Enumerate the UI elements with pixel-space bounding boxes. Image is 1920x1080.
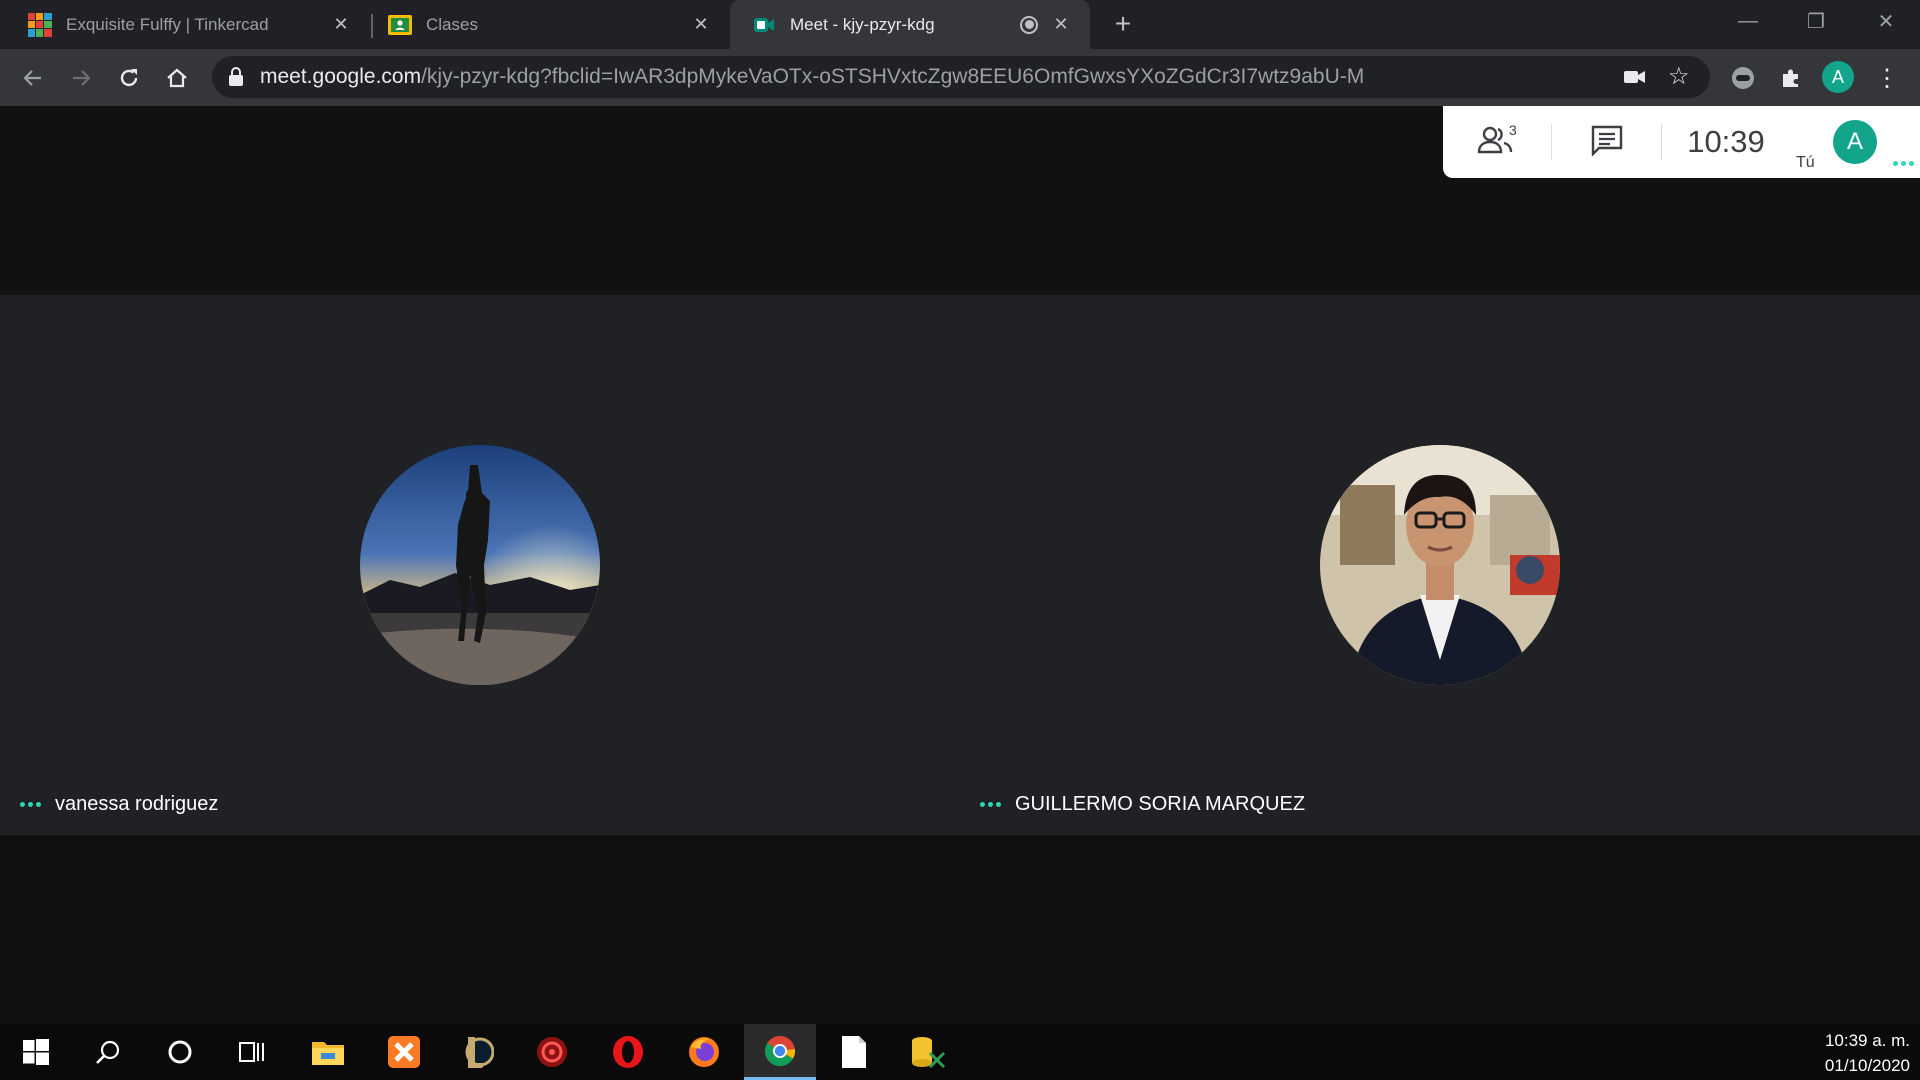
reload-icon[interactable] bbox=[112, 61, 146, 95]
participant-grid: vanessa rodriguez GUILLERMO SORIA MARQUE… bbox=[0, 295, 1920, 835]
windows-taskbar: 10:39 a. m. 01/10/2020 bbox=[0, 1024, 1920, 1080]
opera-icon[interactable] bbox=[592, 1024, 664, 1080]
menu-kebab-icon[interactable]: ⋮ bbox=[1870, 61, 1904, 95]
profile-avatar[interactable]: A bbox=[1822, 61, 1854, 93]
participant-count: 3 bbox=[1509, 122, 1517, 138]
participant-avatar bbox=[1320, 445, 1560, 685]
participant-name-label: GUILLERMO SORIA MARQUEZ bbox=[980, 793, 1305, 816]
plus-icon[interactable]: + bbox=[1108, 8, 1138, 39]
google-meet-icon bbox=[752, 13, 776, 37]
more-options-dots-icon[interactable] bbox=[980, 802, 1001, 807]
system-time: 10:39 a. m. bbox=[1824, 1031, 1910, 1050]
xampp-icon[interactable] bbox=[368, 1024, 440, 1080]
participant-name-label: vanessa rodriguez bbox=[20, 793, 218, 816]
participant-name: vanessa rodriguez bbox=[55, 793, 219, 815]
notepad-file-icon[interactable] bbox=[818, 1024, 890, 1080]
participant-avatar bbox=[360, 445, 600, 685]
minimize-icon[interactable]: — bbox=[1728, 6, 1768, 36]
lock-icon bbox=[228, 67, 244, 92]
google-classroom-icon bbox=[388, 13, 412, 37]
close-window-icon[interactable]: ✕ bbox=[1866, 6, 1906, 36]
divider bbox=[1551, 124, 1552, 160]
incognito-extension-icon[interactable] bbox=[1726, 61, 1760, 95]
file-explorer-icon[interactable] bbox=[292, 1024, 364, 1080]
participant-name: GUILLERMO SORIA MARQUEZ bbox=[1015, 793, 1306, 815]
search-icon[interactable] bbox=[72, 1024, 144, 1080]
league-of-legends-icon[interactable] bbox=[442, 1024, 514, 1080]
participant-tile[interactable]: GUILLERMO SORIA MARQUEZ bbox=[960, 295, 1920, 835]
system-date: 01/10/2020 bbox=[1824, 1056, 1910, 1075]
meeting-clock: 10:39 bbox=[1687, 124, 1765, 159]
chrome-icon[interactable] bbox=[744, 1024, 816, 1080]
tab-meet[interactable]: Meet - kjy-pzyr-kdg ✕ bbox=[730, 0, 1090, 49]
bookmark-star-icon[interactable]: ☆ bbox=[1668, 64, 1690, 90]
divider bbox=[1661, 124, 1662, 160]
browser-toolbar: meet.google.com/kjy-pzyr-kdg?fbclid=IwAR… bbox=[0, 49, 1920, 106]
sunset-silhouette-photo bbox=[360, 445, 600, 685]
tab-tinkercad[interactable]: Exquisite Fulffy | Tinkercad ✕ bbox=[0, 0, 370, 49]
app-red-gear-icon[interactable] bbox=[516, 1024, 588, 1080]
you-label: Tú bbox=[1796, 154, 1815, 171]
self-avatar[interactable]: A bbox=[1833, 120, 1877, 164]
chat-button[interactable] bbox=[1555, 106, 1659, 178]
task-view-icon[interactable] bbox=[216, 1024, 288, 1080]
browser-tab-strip: Exquisite Fulffy | Tinkercad ✕ Clases ✕ … bbox=[0, 0, 1920, 49]
chat-icon bbox=[1590, 124, 1624, 161]
windows-start-icon[interactable] bbox=[0, 1024, 72, 1080]
close-icon[interactable]: ✕ bbox=[690, 14, 712, 36]
tab-clases[interactable]: Clases ✕ bbox=[360, 0, 730, 49]
home-icon[interactable] bbox=[160, 61, 194, 95]
restore-icon[interactable]: ❐ bbox=[1796, 6, 1836, 36]
extensions-puzzle-icon[interactable] bbox=[1774, 61, 1808, 95]
database-tool-icon[interactable] bbox=[892, 1024, 964, 1080]
forward-arrow-icon[interactable] bbox=[64, 61, 98, 95]
camera-icon[interactable] bbox=[1624, 68, 1646, 91]
participant-tile[interactable]: vanessa rodriguez bbox=[0, 295, 960, 835]
recording-indicator-icon bbox=[1020, 15, 1038, 34]
tab-title: Meet - kjy-pzyr-kdg bbox=[790, 14, 935, 34]
system-clock[interactable]: 10:39 a. m. 01/10/2020 bbox=[1825, 1028, 1910, 1078]
address-bar[interactable]: meet.google.com/kjy-pzyr-kdg?fbclid=IwAR… bbox=[212, 56, 1710, 98]
meeting-info-panel: 3 10:39 Tú A bbox=[1443, 106, 1920, 178]
close-icon[interactable]: ✕ bbox=[1050, 14, 1072, 36]
close-icon[interactable]: ✕ bbox=[330, 14, 352, 36]
tinkercad-icon bbox=[28, 12, 52, 37]
tab-title: Clases bbox=[426, 14, 478, 34]
url-host: meet.google.com bbox=[260, 65, 422, 88]
firefox-icon[interactable] bbox=[668, 1024, 740, 1080]
url-text: meet.google.com/kjy-pzyr-kdg?fbclid=IwAR… bbox=[260, 56, 1364, 98]
more-options-dots-icon[interactable] bbox=[20, 802, 41, 807]
url-path: /kjy-pzyr-kdg?fbclid=IwAR3dpMykeVaOTx-oS… bbox=[421, 65, 1365, 88]
participants-button[interactable]: 3 bbox=[1443, 106, 1549, 178]
speaking-indicator-icon bbox=[1893, 161, 1914, 166]
tab-title: Exquisite Fulffy | Tinkercad bbox=[66, 14, 269, 34]
back-arrow-icon[interactable] bbox=[16, 61, 50, 95]
young-man-glasses-photo bbox=[1320, 445, 1560, 685]
cortana-icon[interactable] bbox=[144, 1024, 216, 1080]
